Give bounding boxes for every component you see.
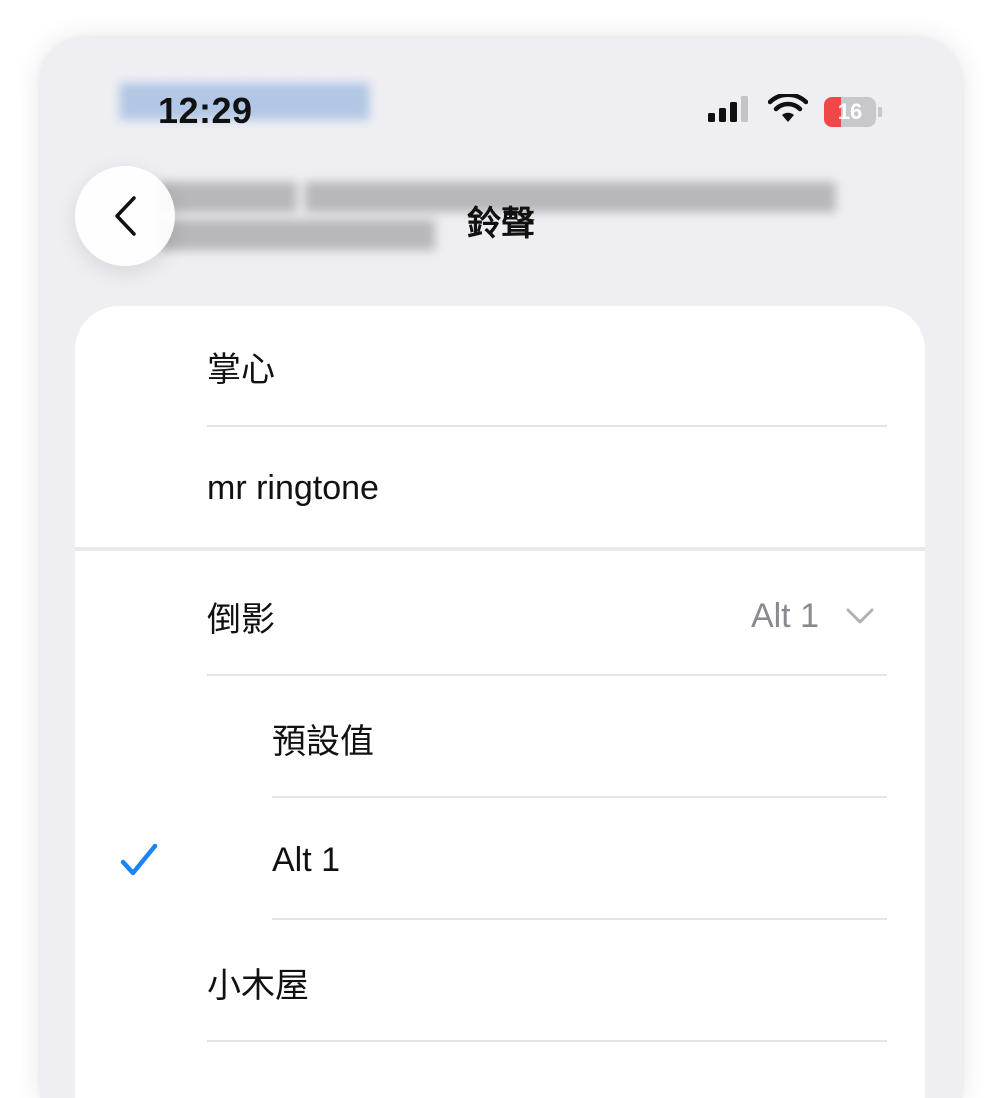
row-separator <box>207 1040 887 1042</box>
status-time: 12:29 <box>158 90 253 131</box>
selected-variant-value: Alt 1 <box>750 596 819 635</box>
page-title: 鈴聲 <box>467 205 535 243</box>
checkmark-icon <box>120 843 158 876</box>
status-icons: 16 <box>708 92 882 129</box>
ringtone-label: 小木屋 <box>207 966 309 1005</box>
ringtone-label: 倒影 <box>207 600 275 639</box>
ringtone-variant-row[interactable]: 預設值 <box>75 678 925 798</box>
chevron-down-icon <box>846 608 874 624</box>
ringtone-list: 掌心 mr ringtone 倒影 Alt 1 預設值 Alt 1 小木屋 <box>75 306 925 1098</box>
phone-screen: ▇▇▇▇▇▇▇▇▇ ▇▇▇▇▇▇ ▇▇▇▇▇▇▇▇▇▇▇▇▇▇▇▇▇▇▇▇▇▇▇… <box>40 38 962 1098</box>
cellular-signal-icon <box>708 95 752 128</box>
ringtone-row-expanded[interactable]: 倒影 Alt 1 <box>75 556 925 676</box>
row-separator <box>207 674 887 676</box>
battery-tip <box>878 106 882 117</box>
ringtone-label: mr ringtone <box>207 468 379 507</box>
ringtone-label: 掌心 <box>207 350 275 389</box>
variant-label: 預設值 <box>272 722 374 761</box>
row-separator <box>207 425 887 427</box>
ringtone-row-custom-1[interactable]: 掌心 <box>75 306 925 426</box>
row-separator <box>272 918 887 920</box>
ringtone-row[interactable]: 小木屋 <box>75 922 925 1042</box>
ringtone-variant-row-selected[interactable]: Alt 1 <box>75 800 925 920</box>
ringtone-row-custom-2[interactable]: mr ringtone <box>75 428 925 548</box>
row-separator <box>272 796 887 798</box>
battery-percent: 16 <box>837 98 863 124</box>
variant-label: Alt 1 <box>272 840 341 879</box>
battery-icon: 16 <box>824 96 876 127</box>
group-separator <box>75 547 925 551</box>
wifi-icon <box>767 92 809 129</box>
